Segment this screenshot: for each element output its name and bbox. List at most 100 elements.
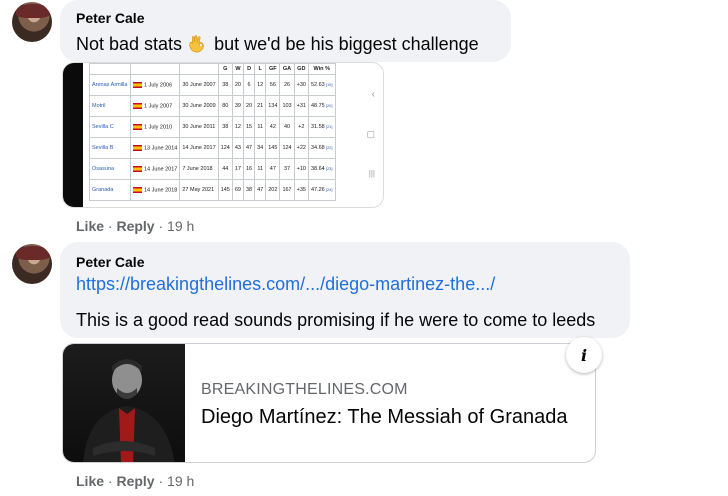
preview-domain: BREAKINGTHELINES.COM [201, 381, 408, 398]
table-cell: 38 [217, 116, 233, 138]
table-cell: 1 July 2007 [129, 95, 181, 117]
table-header-cell: GD [293, 63, 309, 75]
table-header-row: G W D L GF GA GD Win % [89, 63, 336, 75]
table-row: Sevilla B 13 June 2014 14 June 2017 124 43 47… [89, 137, 336, 159]
avatar[interactable] [12, 244, 52, 284]
menu-icon: ||| [368, 169, 375, 178]
table-cell: 134 [265, 95, 281, 117]
table-cell: Osasuna [89, 158, 131, 180]
table-cell: 21 [254, 95, 267, 117]
table-cell: 47 [254, 179, 267, 201]
table-cell: 43 [231, 137, 245, 159]
table-cell: 14 June 2017 [129, 158, 181, 180]
comment-actions: Like · Reply · 19 h [76, 473, 195, 489]
comment-timestamp[interactable]: 19 h [167, 473, 194, 489]
comment-image-attachment[interactable]: G W D L GF GA GD Win % Arenas Armilla 1 July 2006… [62, 62, 384, 208]
table-cell: 167 [279, 179, 295, 201]
like-button[interactable]: Like [76, 473, 104, 489]
table-cell: 48.75 [20] [307, 95, 336, 117]
table-cell: 1 July 2010 [129, 116, 181, 138]
comment-actions: Like · Reply · 19 h [76, 218, 195, 234]
table-cell: 38.64 [23] [307, 158, 336, 180]
citation-ref: [19] [324, 82, 333, 87]
table-cell: 1 July 2006 [129, 74, 181, 96]
comment-text-end: but we'd be his biggest challenge [214, 34, 479, 54]
table-cell: 145 [265, 137, 281, 159]
table-header-cell: L [254, 63, 267, 75]
table-header-cell: Win % [307, 63, 336, 75]
table-cell: Sevilla B [89, 137, 131, 159]
table-cell: Granada [89, 179, 131, 201]
table-cell: 38 [217, 74, 233, 96]
table-cell: 17 [231, 158, 245, 180]
table-cell: +30 [293, 74, 309, 96]
table-cell: 31.58 [21] [307, 116, 336, 138]
table-cell: 202 [265, 179, 281, 201]
table-cell: 44 [217, 158, 233, 180]
table-cell: +2 [293, 116, 309, 138]
table-cell: 11 [254, 158, 267, 180]
table-cell: +35 [293, 179, 309, 201]
chevron-left-icon: ‹ [371, 89, 375, 100]
table-header-cell: GF [265, 63, 281, 75]
table-cell: 80 [217, 95, 233, 117]
table-cell: 30 June 2007 [179, 74, 219, 96]
table-header-cell [89, 63, 131, 75]
table-cell: 6 [242, 74, 256, 96]
table-cell: 16 [242, 158, 256, 180]
table-cell: 14 June 2018 [129, 179, 181, 201]
comment-author[interactable]: Peter Cale [76, 10, 144, 26]
table-row: Osasuna 14 June 2017 7 June 2018 44 17 16 11 47… [89, 158, 336, 180]
citation-ref: [21] [324, 124, 333, 129]
like-button[interactable]: Like [76, 218, 104, 234]
preview-title[interactable]: Diego Martínez: The Messiah of Granada [201, 406, 567, 429]
citation-ref: [20] [324, 103, 333, 108]
table-cell: +22 [293, 137, 309, 159]
table-cell: 12 [254, 74, 267, 96]
avatar[interactable] [12, 2, 52, 42]
table-cell: 39 [231, 95, 245, 117]
table-cell: 124 [279, 137, 295, 159]
table-cell: 20 [231, 74, 245, 96]
table-cell: 40 [279, 116, 295, 138]
table-cell: 34.68 [22] [307, 137, 336, 159]
table-row: Motril 1 July 2007 30 June 2009 80 39 20 21 134… [89, 95, 336, 117]
spain-flag-icon [133, 102, 142, 109]
table-cell: 37 [279, 158, 295, 180]
article-thumbnail [63, 344, 185, 462]
table-header-cell [179, 63, 219, 75]
citation-ref: [24] [324, 187, 333, 192]
table-cell: 11 [254, 116, 267, 138]
spain-flag-icon [133, 186, 142, 193]
table-header-cell: GA [279, 63, 295, 75]
spain-flag-icon [133, 144, 142, 151]
comment-text-start: Not bad stats [76, 34, 183, 54]
table-cell: 26 [279, 74, 295, 96]
table-cell: 34 [254, 137, 267, 159]
table-cell: 145 [217, 179, 233, 201]
comment-author[interactable]: Peter Cale [76, 254, 144, 270]
table-header-cell: G [217, 63, 233, 75]
square-icon: ▢ [366, 129, 375, 139]
table-cell: +31 [293, 95, 309, 117]
table-cell: 27 May 2021 [179, 179, 219, 201]
link-preview-card[interactable]: BREAKINGTHELINES.COM Diego Martínez: The… [62, 343, 596, 463]
table-cell: 12 [231, 116, 245, 138]
table-cell: 47 [242, 137, 256, 159]
reply-button[interactable]: Reply [116, 473, 154, 489]
spain-flag-icon [133, 81, 142, 88]
table-cell: 52.63 [19] [307, 74, 336, 96]
comment-text: This is a good read sounds promising if … [76, 310, 596, 330]
table-cell: Arenas Armilla [89, 74, 131, 96]
info-icon[interactable]: i [566, 337, 602, 373]
table-cell: 38 [242, 179, 256, 201]
table-cell: 56 [265, 74, 281, 96]
table-cell: 13 June 2014 [129, 137, 181, 159]
table-cell: 20 [242, 95, 256, 117]
comment-link[interactable]: https://breakingthelines.com/.../diego-m… [76, 274, 495, 295]
comment-timestamp[interactable]: 19 h [167, 218, 194, 234]
table-cell: 47.26 [24] [307, 179, 336, 201]
reply-button[interactable]: Reply [116, 218, 154, 234]
table-header-cell [129, 63, 181, 75]
comment-text: Not bad stats but we'd be his biggest ch… [76, 32, 479, 55]
